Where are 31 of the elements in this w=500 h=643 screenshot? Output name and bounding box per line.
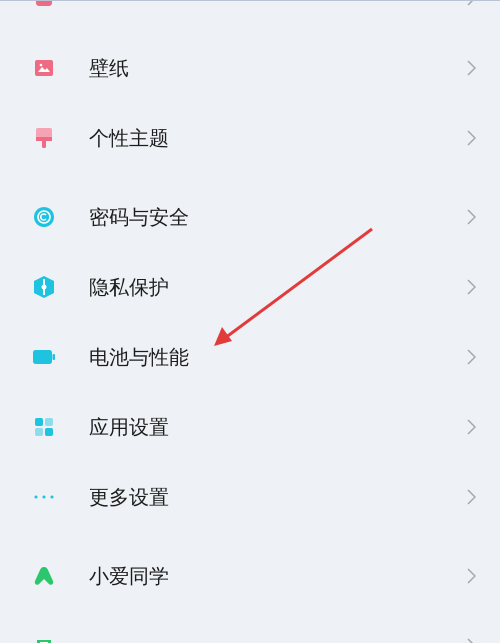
chevron-icon [467,419,476,435]
settings-item[interactable]: 电池与性能 [0,322,500,392]
settings-item[interactable]: 壁纸 [0,33,500,103]
item-label: 壁纸 [89,56,129,80]
peak-icon [34,566,54,586]
settings-item[interactable]: 隐私保护 [0,252,500,322]
settings-item[interactable]: 密码与安全 [0,182,500,252]
item-label: 应用设置 [89,415,169,439]
item-label: 电池与性能 [89,345,189,369]
image-icon [35,60,53,76]
item-label: 小爱同学 [89,564,169,588]
item-label: 密码与安全 [89,205,189,229]
item-label: 个性主题 [89,126,169,150]
chevron-icon [467,349,476,365]
chevron-icon [467,209,476,225]
chevron-icon [467,568,476,584]
more-icon [34,495,54,499]
settings-item[interactable]: 更多设置 [0,462,500,532]
grid-icon [35,418,53,436]
hexagon-icon [33,276,55,298]
battery-icon [33,350,55,364]
chevron-icon [467,279,476,295]
brush-icon [36,128,52,148]
chevron-icon [467,489,476,505]
settings-item[interactable]: 应用设置 [0,392,500,462]
settings-item[interactable]: 个性主题 [0,103,500,173]
item-label: 隐私保护 [89,275,169,299]
item-label: 更多设置 [89,485,169,509]
settings-item[interactable]: 小爱同学 [0,541,500,611]
chevron-icon [467,130,476,146]
chevron-icon [467,60,476,76]
